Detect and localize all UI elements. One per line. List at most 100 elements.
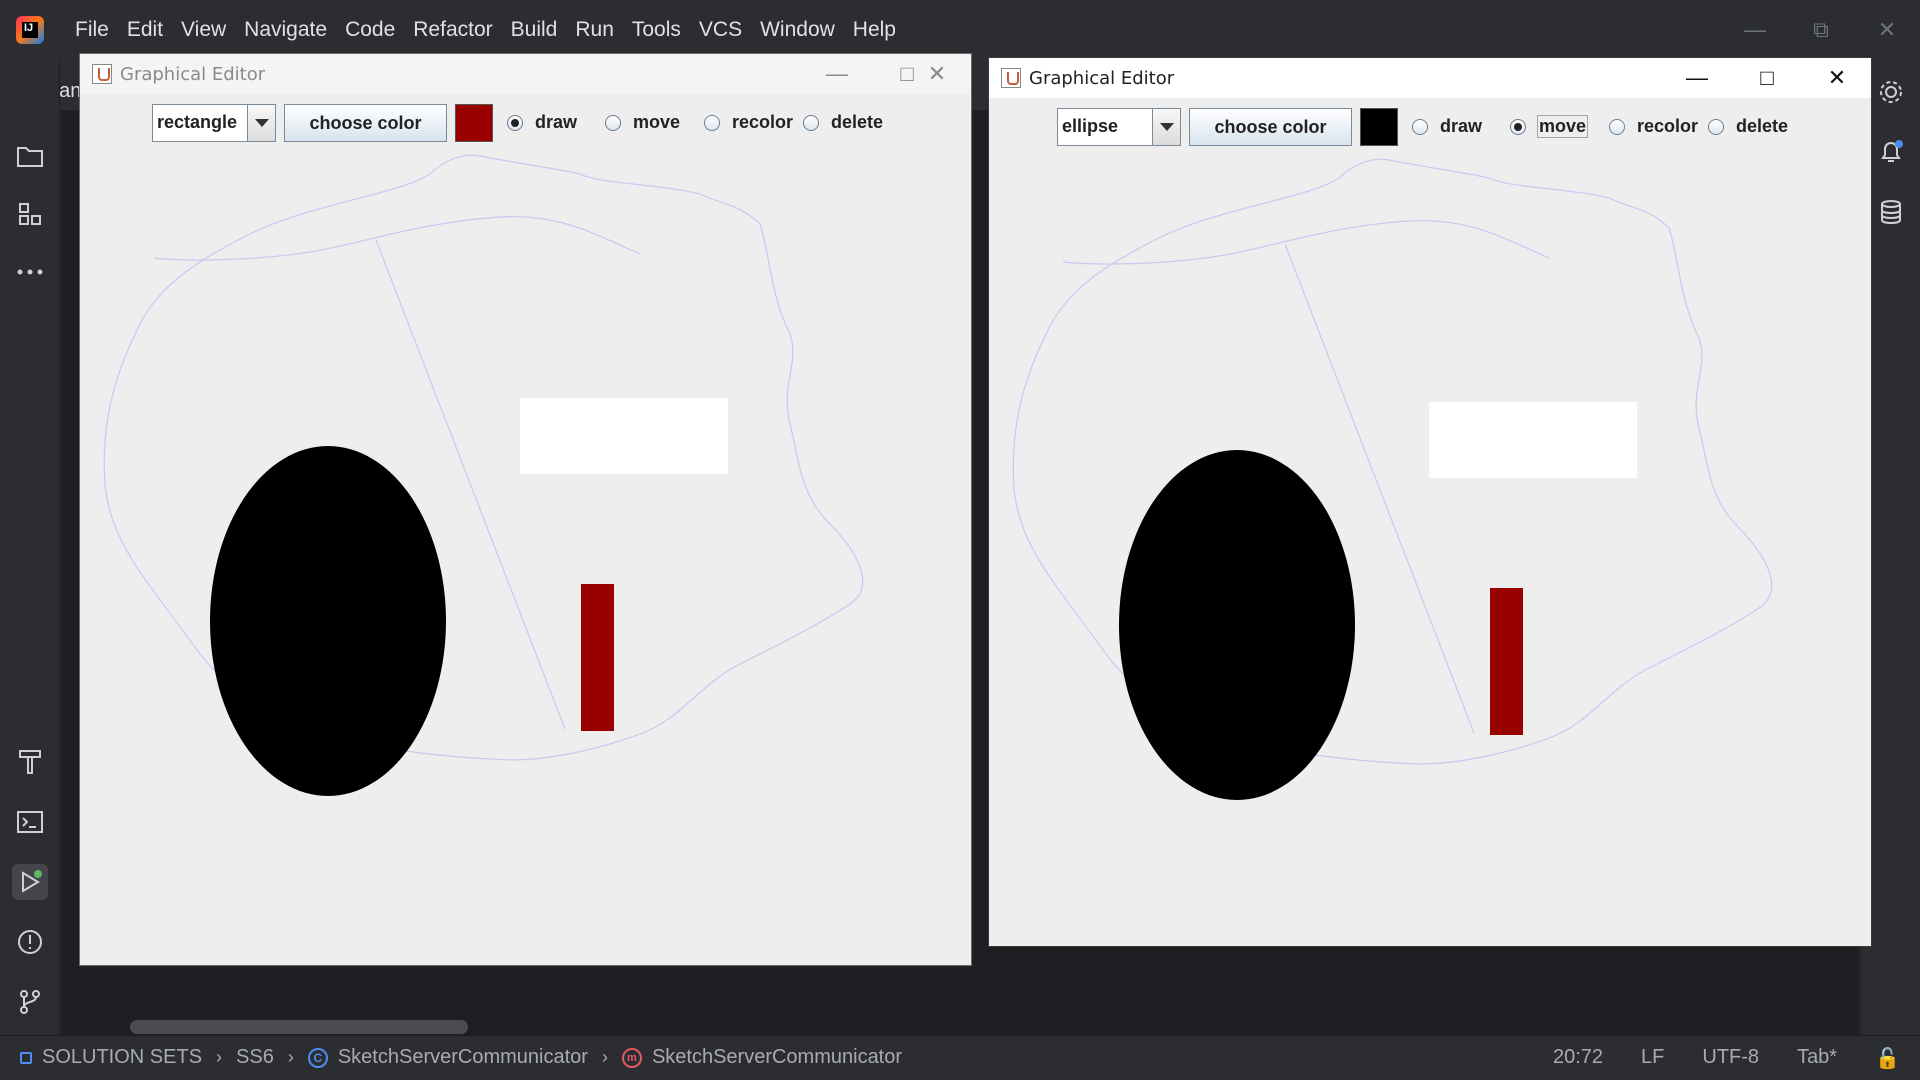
status-bar: SOLUTION SETS › SS6 › C SketchServerComm… [0, 1035, 1920, 1080]
choose-color-button[interactable]: choose color [1189, 108, 1352, 146]
radio-label-move: move [633, 112, 681, 132]
class-icon: C [307, 1047, 328, 1068]
radio-label-recolor: recolor [732, 112, 794, 132]
minimize-icon[interactable]: — [1722, 0, 1788, 60]
mode-radio-delete[interactable]: delete [803, 112, 883, 133]
menu-vcs[interactable]: VCS [690, 18, 751, 42]
chevron-right-icon: › [287, 1047, 294, 1067]
minimize-icon[interactable]: — [802, 54, 872, 94]
status-right: 20:72 LF UTF-8 Tab* 🔓 [1553, 1046, 1900, 1071]
breadcrumb: SOLUTION SETS › SS6 › C SketchServerComm… [20, 1046, 902, 1069]
problems-icon[interactable] [12, 924, 48, 960]
chevron-right-icon: › [601, 1047, 608, 1067]
menu-file[interactable]: File [66, 18, 118, 42]
breadcrumb-project[interactable]: SOLUTION SETS [42, 1046, 202, 1069]
intellij-logo-icon: IJ [16, 16, 44, 44]
breadcrumb-class[interactable]: SketchServerCommunicator [338, 1046, 588, 1069]
notifications-bell-icon[interactable] [1873, 134, 1909, 170]
file-encoding[interactable]: UTF-8 [1702, 1046, 1759, 1071]
database-icon[interactable] [1873, 194, 1909, 230]
radio-button-icon[interactable] [803, 114, 819, 131]
radio-button-icon[interactable] [1412, 118, 1428, 135]
menu-window[interactable]: Window [751, 18, 844, 42]
method-icon: m [621, 1047, 642, 1068]
choose-color-button[interactable]: choose color [284, 104, 447, 142]
mode-radio-move[interactable]: move [1510, 115, 1589, 138]
menu-code[interactable]: Code [336, 18, 404, 42]
cursor-position[interactable]: 20:72 [1553, 1046, 1603, 1071]
mode-radio-move[interactable]: move [605, 112, 680, 133]
menu-help[interactable]: Help [844, 18, 905, 42]
mode-radio-recolor[interactable]: recolor [1609, 116, 1698, 137]
sketch-black-ellipse[interactable] [1119, 450, 1355, 800]
run-icon[interactable] [12, 864, 48, 900]
sketch-svg[interactable] [989, 148, 1872, 947]
radio-label-delete: delete [1736, 116, 1789, 136]
window-titlebar: Graphical Editor — □ ✕ [989, 58, 1871, 98]
sketch-white-rectangle[interactable] [520, 398, 728, 474]
folder-icon[interactable] [12, 138, 48, 174]
settings-gear-icon[interactable] [1873, 74, 1909, 110]
ide-window-controls: — ⧉ ✕ [1722, 0, 1920, 60]
window-title: Graphical Editor [120, 64, 266, 85]
chevron-down-icon[interactable] [247, 105, 275, 141]
left-tool-stripe [0, 60, 60, 1035]
more-icon[interactable] [12, 254, 48, 290]
sketch-svg[interactable] [80, 144, 972, 964]
menu-run[interactable]: Run [566, 18, 623, 42]
chevron-down-icon[interactable] [1152, 109, 1180, 145]
sketch-white-rectangle[interactable] [1429, 402, 1637, 478]
menu-tools[interactable]: Tools [623, 18, 690, 42]
horizontal-scrollbar[interactable] [130, 1020, 468, 1034]
menu-refactor[interactable]: Refactor [404, 18, 501, 42]
mode-radio-recolor[interactable]: recolor [704, 112, 793, 133]
restore-icon[interactable]: ⧉ [1788, 0, 1854, 60]
menu-edit[interactable]: Edit [118, 18, 172, 42]
structure-icon[interactable] [12, 196, 48, 232]
mode-radio-draw[interactable]: draw [507, 112, 577, 133]
close-icon[interactable]: ✕ [1802, 58, 1871, 98]
graphical-editor-window-2: Graphical Editor — □ ✕ ellipse choose co… [988, 57, 1872, 947]
shape-type-select[interactable]: rectangle [152, 104, 276, 142]
minimize-icon[interactable]: — [1662, 58, 1732, 98]
git-branch-icon[interactable] [12, 984, 48, 1020]
indent-setting[interactable]: Tab* [1797, 1046, 1837, 1071]
radio-button-icon[interactable] [704, 114, 720, 131]
close-icon[interactable]: ✕ [1854, 0, 1920, 60]
radio-button-icon[interactable] [605, 114, 621, 131]
mode-radio-delete[interactable]: delete [1708, 116, 1788, 137]
build-hammer-icon[interactable] [12, 744, 48, 780]
line-ending[interactable]: LF [1641, 1046, 1664, 1071]
module-icon [20, 1051, 32, 1064]
radio-button-icon[interactable] [507, 114, 523, 131]
sketch-black-ellipse[interactable] [210, 446, 446, 796]
editor-toolbar: ellipse choose color draw move recolor d… [989, 98, 1871, 148]
lock-icon[interactable]: 🔓 [1875, 1046, 1900, 1071]
chevron-right-icon: › [216, 1047, 223, 1067]
close-icon[interactable]: ✕ [902, 54, 971, 94]
radio-button-icon[interactable] [1708, 118, 1724, 135]
radio-label-recolor: recolor [1637, 116, 1699, 136]
current-color-swatch [455, 104, 493, 142]
menu-navigate[interactable]: Navigate [235, 18, 336, 42]
radio-label-delete: delete [831, 112, 884, 132]
radio-button-icon[interactable] [1609, 118, 1625, 135]
shape-type-value: rectangle [157, 112, 238, 132]
window-title: Graphical Editor [1029, 68, 1175, 89]
current-color-swatch [1360, 108, 1398, 146]
menu-build[interactable]: Build [502, 18, 567, 42]
menu-view[interactable]: View [172, 18, 235, 42]
main-menu: File Edit View Navigate Code Refactor Bu… [66, 18, 905, 42]
java-app-icon [1001, 68, 1021, 88]
sketch-red-rectangle[interactable] [581, 584, 614, 731]
terminal-icon[interactable] [12, 804, 48, 840]
radio-button-icon[interactable] [1510, 118, 1526, 135]
mode-radio-draw[interactable]: draw [1412, 116, 1482, 137]
java-app-icon [92, 64, 112, 84]
graphical-editor-window-1: Graphical Editor — □ ✕ rectangle choose … [79, 53, 972, 966]
breadcrumb-package[interactable]: SS6 [236, 1046, 274, 1069]
maximize-icon[interactable]: □ [1732, 58, 1802, 98]
breadcrumb-method[interactable]: SketchServerCommunicator [652, 1046, 902, 1069]
sketch-red-rectangle[interactable] [1490, 588, 1523, 735]
shape-type-select[interactable]: ellipse [1057, 108, 1181, 146]
